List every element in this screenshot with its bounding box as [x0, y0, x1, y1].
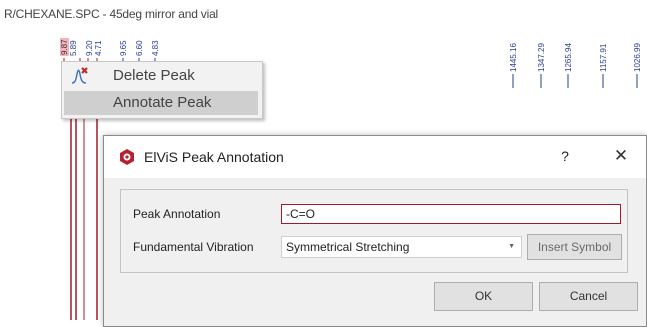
- fundamental-vibration-label: Fundamental Vibration: [133, 240, 254, 254]
- fundamental-vibration-select[interactable]: Symmetrical Stretching ▼: [281, 236, 522, 258]
- peak-annotation-input[interactable]: [281, 204, 621, 224]
- close-icon[interactable]: ✕: [610, 144, 632, 168]
- select-value: Symmetrical Stretching: [286, 240, 410, 254]
- dialog-title: ElViS Peak Annotation: [144, 149, 284, 165]
- insert-symbol-button[interactable]: Insert Symbol: [527, 234, 622, 260]
- elvis-logo-icon: [118, 148, 136, 171]
- menu-item-delete-peak[interactable]: Delete Peak: [64, 64, 258, 88]
- peak-context-menu: Delete Peak Annotate Peak: [61, 61, 263, 119]
- annotation-group-box: [120, 189, 628, 273]
- help-button[interactable]: ?: [555, 144, 575, 168]
- menu-item-label: Delete Peak: [113, 67, 195, 84]
- chevron-down-icon: ▼: [508, 243, 515, 250]
- cancel-button[interactable]: Cancel: [539, 282, 638, 311]
- menu-item-label: Annotate Peak: [113, 94, 212, 111]
- ok-button[interactable]: OK: [434, 282, 533, 311]
- menu-item-annotate-peak[interactable]: Annotate Peak: [64, 91, 258, 115]
- peak-annotation-dialog: ElViS Peak Annotation ? ✕ Peak Annotatio…: [103, 135, 647, 327]
- delete-peak-icon: [70, 66, 92, 90]
- peak-annotation-label: Peak Annotation: [133, 207, 221, 221]
- dialog-title-bar: ElViS Peak Annotation ? ✕: [104, 136, 646, 178]
